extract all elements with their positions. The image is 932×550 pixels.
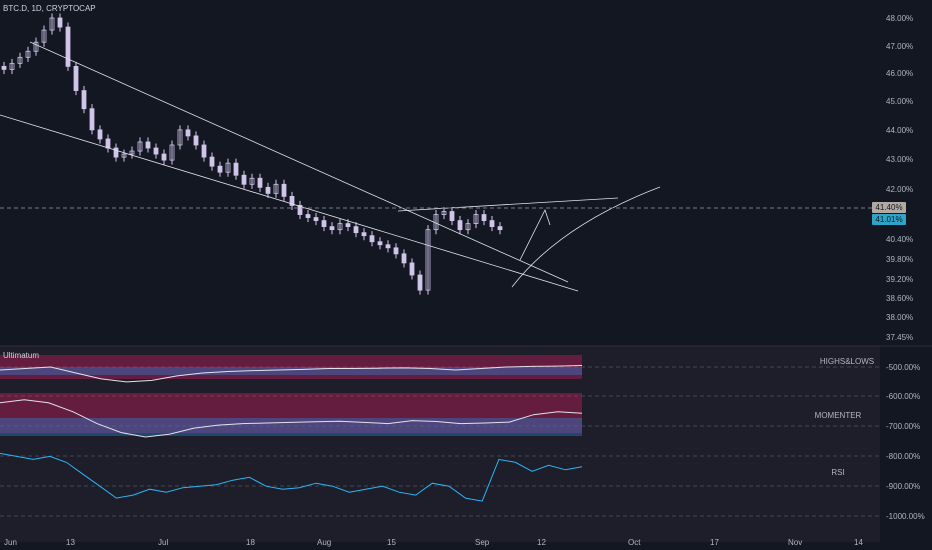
trendline-arrow: [519, 208, 551, 261]
candle-body: [457, 220, 463, 231]
trendline-curve: [511, 186, 661, 288]
trendline-upper: [29, 41, 569, 283]
chart-root: 48.00% 47.00% 46.00% 45.00% 44.00% 43.00% 42.0…: [0, 0, 932, 550]
time-axis-label: 15: [387, 538, 396, 547]
indicator-axis-label: -800.00%: [886, 452, 920, 461]
panel-label-rsi: RSI: [831, 468, 844, 477]
candle-body: [145, 141, 151, 149]
candle-body: [401, 253, 407, 264]
candle-body: [153, 147, 159, 155]
price-axis-label: 40.40%: [886, 235, 913, 244]
candle-body: [409, 262, 415, 276]
candle-body: [329, 226, 335, 231]
candle-body: [305, 214, 311, 218]
candle-body: [281, 183, 287, 197]
candle-body: [1, 65, 7, 70]
indicator-name: Ultimatum: [3, 351, 40, 360]
candle-body: [65, 26, 71, 67]
candle-body: [233, 162, 239, 176]
time-axis-label: Oct: [628, 538, 641, 547]
candle-body: [361, 232, 367, 237]
candle-body: [481, 214, 487, 221]
chart-canvas: 48.00% 47.00% 46.00% 45.00% 44.00% 43.00% 42.0…: [0, 13, 932, 547]
price-axis-label: 37.45%: [886, 333, 913, 342]
price-axis-label: 45.00%: [886, 97, 913, 106]
candle-body: [193, 135, 199, 146]
price-axis-label: 38.60%: [886, 294, 913, 303]
current-price-tag: 41.01%: [872, 214, 906, 225]
candle-body: [257, 177, 263, 188]
candle-body: [73, 65, 79, 91]
price-axis-label: 48.00%: [886, 14, 913, 23]
candle-body: [89, 108, 95, 131]
time-axis-label: 13: [66, 538, 75, 547]
candle-body: [345, 223, 351, 228]
candle-body: [489, 220, 495, 228]
candle-body: [81, 90, 87, 110]
candle-body: [201, 144, 207, 158]
candle-body: [57, 17, 63, 28]
candle-body: [113, 147, 119, 158]
time-axis-label: Sep: [475, 538, 490, 547]
candle-body: [209, 156, 215, 167]
candle-body: [497, 226, 503, 231]
panel-label-highs_lows: HIGHS&LOWS: [820, 357, 874, 366]
time-axis-label: 12: [537, 538, 546, 547]
indicator-axis-label: -700.00%: [886, 422, 920, 431]
candle-body: [369, 235, 375, 243]
price-axis-label: 38.00%: [886, 313, 913, 322]
indicator-axis-label: -1000.00%: [886, 512, 925, 521]
candle-body: [313, 217, 319, 221]
indicator-band: [0, 367, 582, 375]
candle-body: [417, 274, 423, 291]
indicator-axis-label: -900.00%: [886, 482, 920, 491]
price-axis-label: 42.00%: [886, 185, 913, 194]
last-price-tag: 41.40%: [872, 202, 906, 213]
time-axis-label: Aug: [317, 538, 331, 547]
price-axis-label: 43.00%: [886, 155, 913, 164]
time-axis-label: 18: [246, 538, 255, 547]
price-axis-label: 46.00%: [886, 69, 913, 78]
candle-body: [185, 129, 191, 137]
price-axis-label: 39.80%: [886, 255, 913, 264]
indicator-axis-label: -600.00%: [886, 392, 920, 401]
candle-body: [377, 241, 383, 246]
indicator-band: [0, 418, 582, 436]
time-axis-label: 17: [710, 538, 719, 547]
time-axis-label: Jun: [4, 538, 17, 547]
trendline-resistance: [397, 197, 619, 212]
time-axis-label: Nov: [788, 538, 802, 547]
panel-label-momenter: MOMENTER: [815, 411, 862, 420]
candle-body: [97, 129, 103, 140]
indicator-axis-label: -500.00%: [886, 363, 920, 372]
candle-body: [353, 226, 359, 234]
candle-body: [385, 244, 391, 249]
candle-body: [105, 138, 111, 149]
trendline-lower: [0, 114, 579, 292]
candle-body: [217, 165, 223, 173]
candle-body: [449, 211, 455, 221]
candle-body: [265, 186, 271, 194]
candle-body: [161, 153, 167, 161]
price-axis-label: 44.00%: [886, 126, 913, 135]
time-axis-label: 14: [854, 538, 863, 547]
price-axis-label: 39.20%: [886, 275, 913, 284]
symbol-title: BTC.D, 1D, CRYPTOCAP: [3, 4, 96, 13]
candle-body: [393, 247, 399, 255]
price-axis-label: 47.00%: [886, 42, 913, 51]
candle-body: [241, 174, 247, 185]
time-axis-label: Jul: [158, 538, 168, 547]
candle-body: [321, 220, 327, 228]
